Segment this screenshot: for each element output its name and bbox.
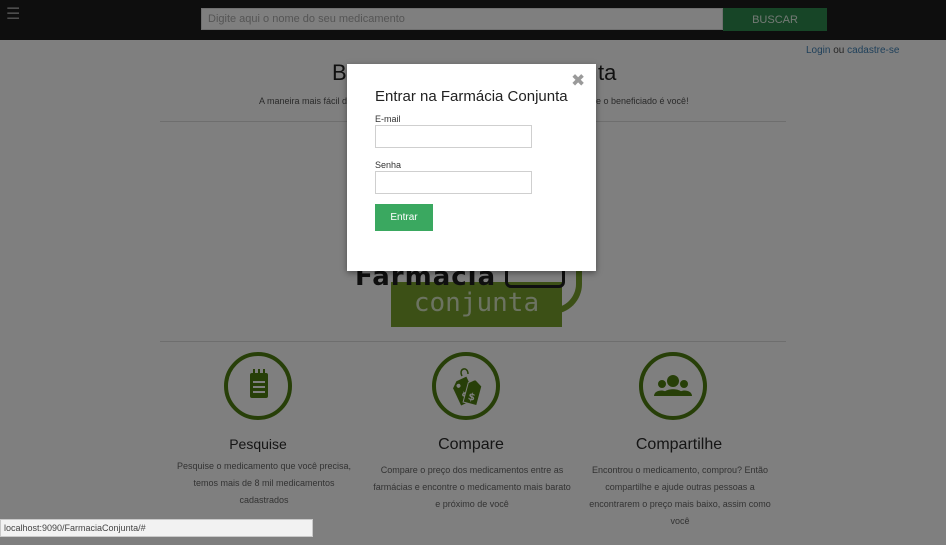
- enter-button[interactable]: Entrar: [375, 204, 433, 231]
- status-bar-url: localhost:9090/FarmaciaConjunta/#: [0, 519, 313, 537]
- email-field[interactable]: [375, 125, 532, 148]
- password-field[interactable]: [375, 171, 532, 194]
- email-label: E-mail: [375, 114, 401, 124]
- modal-title: Entrar na Farmácia Conjunta: [375, 88, 568, 105]
- password-label: Senha: [375, 160, 402, 170]
- close-icon[interactable]: ✖: [571, 73, 585, 90]
